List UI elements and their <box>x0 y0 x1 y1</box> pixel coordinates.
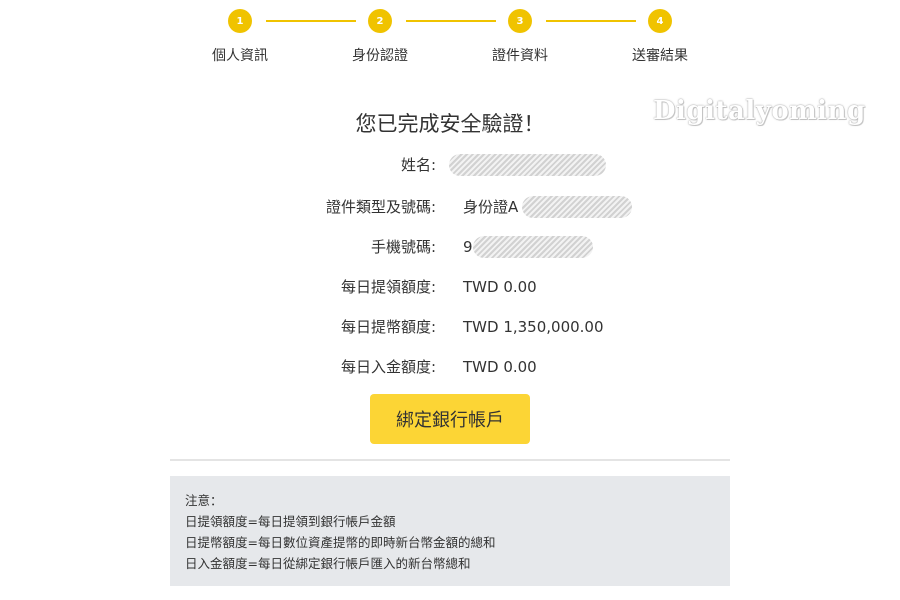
step-2-indicator: 2 <box>368 9 392 33</box>
info-row-deposit-limit: 每日入金額度: TWD 0.00 <box>0 354 900 380</box>
redaction-mask <box>449 154 606 176</box>
notes-line: 日提領額度=每日提領到銀行帳戶金額 <box>185 514 396 529</box>
divider <box>170 459 730 461</box>
notes-line: 日入金額度=每日從綁定銀行帳戶匯入的新台幣總和 <box>185 556 471 571</box>
step-1-label: 個人資訊 <box>212 48 268 64</box>
step-3-label: 證件資料 <box>492 48 548 64</box>
notes-panel: 注意： 日提領額度=每日提領到銀行帳戶金額 日提幣額度=每日數位資產提幣的即時新… <box>170 476 730 586</box>
bind-bank-account-button[interactable]: 綁定銀行帳戶 <box>370 394 530 444</box>
progress-stepper: 1 2 3 4 個人資訊 身份認證 證件資料 送審結果 <box>0 0 900 80</box>
phone-value: 9 <box>463 238 473 256</box>
info-row-phone: 手機號碼: 9 <box>0 234 900 260</box>
notes-line: 日提幣額度=每日數位資產提幣的即時新台幣金額的總和 <box>185 535 496 550</box>
deposit-limit-label: 每日入金額度: <box>340 358 436 376</box>
crypto-withdraw-limit-value: TWD 1,350,000.00 <box>463 318 604 336</box>
step-connector <box>546 20 636 22</box>
step-connector <box>406 20 496 22</box>
notes-heading: 注意： <box>185 493 223 508</box>
id-type-value: 身份證A <box>463 198 519 216</box>
info-row-withdraw-limit: 每日提領額度: TWD 0.00 <box>0 274 900 300</box>
step-2-label: 身份認證 <box>352 48 408 64</box>
info-row-crypto-withdraw-limit: 每日提幣額度: TWD 1,350,000.00 <box>0 314 900 340</box>
step-4-label: 送審結果 <box>632 48 688 64</box>
id-type-label: 證件類型及號碼: <box>325 198 436 216</box>
step-1-indicator: 1 <box>228 9 252 33</box>
step-connector <box>266 20 356 22</box>
step-4-indicator: 4 <box>648 9 672 33</box>
info-row-name: 姓名: <box>0 152 900 178</box>
withdraw-limit-value: TWD 0.00 <box>463 278 537 296</box>
step-3-indicator: 3 <box>508 9 532 33</box>
success-title: 您已完成安全驗證！ <box>355 112 545 136</box>
verification-result-page: 1 2 3 4 個人資訊 身份認證 證件資料 送審結果 Digitalyomin… <box>0 0 900 600</box>
phone-label: 手機號碼: <box>370 238 436 256</box>
redaction-mask <box>473 236 593 258</box>
name-label: 姓名: <box>400 156 436 174</box>
crypto-withdraw-limit-label: 每日提幣額度: <box>340 318 436 336</box>
redaction-mask <box>522 196 632 218</box>
deposit-limit-value: TWD 0.00 <box>463 358 537 376</box>
withdraw-limit-label: 每日提領額度: <box>340 278 436 296</box>
info-row-id: 證件類型及號碼: 身份證A <box>0 194 900 220</box>
